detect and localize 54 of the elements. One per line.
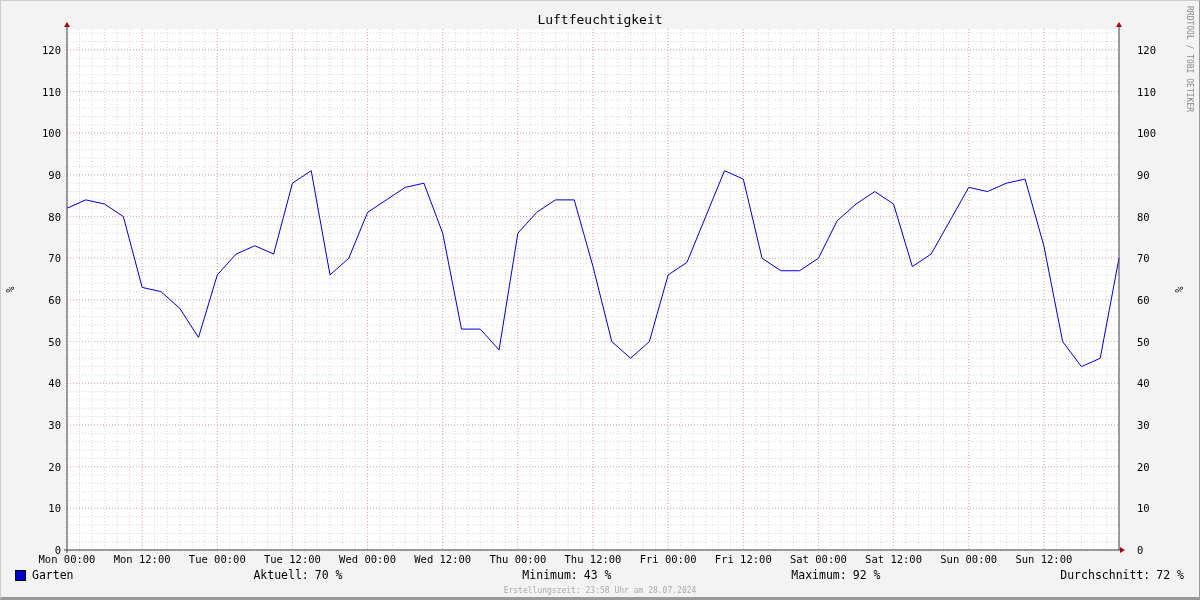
stat-value: 43 % xyxy=(583,568,612,582)
y-tick-label: 20 xyxy=(1137,460,1150,473)
y-tick-label: 50 xyxy=(48,335,61,348)
y-tick-label: 100 xyxy=(42,127,61,140)
x-tick-label: Fri 12:00 xyxy=(714,553,772,565)
x-tick-label: Sat 12:00 xyxy=(865,553,922,565)
watermark-text: RRDTOOL / TOBI OETIKER xyxy=(1185,6,1194,112)
stat-label: Aktuell: xyxy=(253,568,309,582)
y-tick-label: 20 xyxy=(48,460,61,473)
y-axis-label: % xyxy=(1174,286,1185,293)
y-tick-label: 80 xyxy=(48,210,61,223)
y-tick-label: 30 xyxy=(1137,418,1150,431)
x-tick-label: Fri 00:00 xyxy=(639,553,697,565)
y-tick-label: 0 xyxy=(54,544,61,556)
x-tick-label: Mon 12:00 xyxy=(113,553,171,565)
y-tick-label: 60 xyxy=(48,293,61,306)
y-tick-label: 60 xyxy=(1137,293,1150,306)
stat-label: Maximum: xyxy=(791,568,847,582)
x-tick-label: Thu 00:00 xyxy=(489,553,547,565)
y-tick-label: 110 xyxy=(1137,85,1156,98)
y-tick-label: 80 xyxy=(1137,210,1150,223)
x-tick-label: Wed 00:00 xyxy=(339,553,396,565)
y-tick-label: 40 xyxy=(48,377,61,390)
y-tick-label: 70 xyxy=(1137,252,1150,265)
stat-value: 92 % xyxy=(852,568,881,582)
y-tick-label: 10 xyxy=(1137,502,1150,515)
x-tick-label: Tue 00:00 xyxy=(188,553,246,565)
y-tick-label: 50 xyxy=(1137,335,1150,348)
y-tick-label: 90 xyxy=(48,168,61,181)
y-tick-label: 30 xyxy=(48,418,61,431)
stat-label: Durchschnitt: xyxy=(1060,568,1151,582)
x-tick-label: Sun 00:00 xyxy=(940,553,998,565)
y-tick-label: 110 xyxy=(42,85,61,98)
x-tick-label: Mon 00:00 xyxy=(38,553,96,565)
y-axis-label: % xyxy=(5,286,16,293)
y-tick-label: 10 xyxy=(48,502,61,515)
y-tick-label: 120 xyxy=(42,43,61,56)
x-tick-label: Wed 12:00 xyxy=(414,553,472,565)
chart-title: Luftfeuchtigkeit xyxy=(537,12,663,27)
y-tick-label: 100 xyxy=(1137,127,1156,140)
y-tick-label: 120 xyxy=(1137,43,1156,56)
y-tick-label: 40 xyxy=(1137,377,1150,390)
x-tick-label: Sat 00:00 xyxy=(790,553,847,565)
y-tick-label: 90 xyxy=(1137,168,1150,181)
x-tick-label: Thu 12:00 xyxy=(564,553,622,565)
x-tick-label: Tue 12:00 xyxy=(264,553,321,565)
y-tick-label: 0 xyxy=(1137,544,1144,556)
stat-label: Minimum: xyxy=(522,568,578,582)
legend-label: Garten xyxy=(32,568,74,582)
stat-value: 70 % xyxy=(314,568,343,582)
y-tick-label: 70 xyxy=(48,252,61,265)
stat-value: 72 % xyxy=(1156,568,1184,582)
creation-time-text: Erstellungszeit: 23:58 Uhr am 28.07.2024 xyxy=(502,586,698,595)
x-tick-label: Sun 12:00 xyxy=(1015,553,1073,565)
